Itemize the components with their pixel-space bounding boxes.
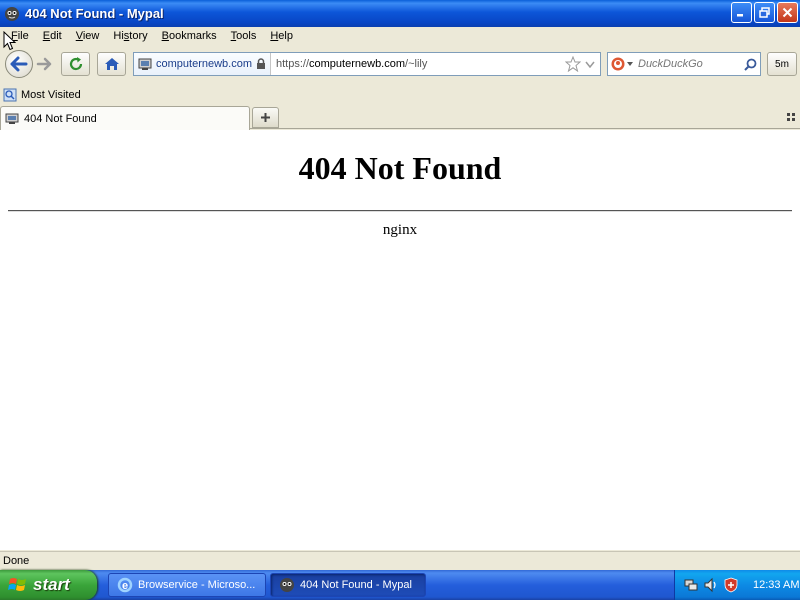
url-text[interactable]: https://computernewb.com/~lily <box>271 58 564 70</box>
security-shield-icon[interactable] <box>723 577 739 593</box>
search-go-button[interactable] <box>740 58 760 71</box>
taskbar-item-label: 404 Not Found - Mypal <box>300 579 412 591</box>
menu-history[interactable]: History <box>106 30 154 42</box>
tab-label: 404 Not Found <box>24 112 97 125</box>
search-input[interactable] <box>638 58 740 70</box>
taskbar-item-label: Browservice - Microso... <box>138 579 256 591</box>
page-content: 404 Not Found nginx <box>0 130 800 550</box>
identity-host: computernewb.com <box>156 58 252 70</box>
restore-button[interactable] <box>754 2 775 23</box>
status-bar: Done <box>0 551 800 570</box>
minimize-button[interactable] <box>731 2 752 23</box>
engine-dropdown-icon <box>627 62 633 66</box>
mypal-icon <box>4 6 20 22</box>
volume-icon[interactable] <box>703 577 719 593</box>
search-engine-button[interactable] <box>608 57 638 71</box>
reload-button[interactable] <box>61 52 90 76</box>
windows-logo-icon <box>8 578 26 591</box>
forward-arrow-icon <box>36 57 52 71</box>
taskbar: start e Browservice - Microso... 404 Not… <box>0 570 800 600</box>
duckduckgo-icon <box>611 57 625 71</box>
forward-button[interactable] <box>34 55 54 73</box>
ie-icon: e <box>117 577 133 593</box>
menu-edit[interactable]: Edit <box>36 30 69 42</box>
tab-strip: 404 Not Found <box>0 105 800 130</box>
site-identity-button[interactable]: computernewb.com <box>134 53 271 75</box>
back-arrow-icon <box>10 56 28 72</box>
start-button[interactable]: start <box>0 570 97 600</box>
plus-icon <box>261 113 270 122</box>
search-bar[interactable] <box>607 52 761 76</box>
network-icon[interactable] <box>683 577 699 593</box>
tab-list-button[interactable] <box>786 112 796 122</box>
lock-icon <box>257 58 265 69</box>
new-tab-button[interactable] <box>252 107 279 128</box>
reload-icon <box>69 57 82 71</box>
minimize-icon <box>737 14 743 17</box>
restore-icon <box>759 7 770 18</box>
mouse-cursor-icon <box>3 31 17 51</box>
window-title: 404 Not Found - Mypal <box>25 6 164 21</box>
divider <box>8 210 792 212</box>
taskbar-item-mypal[interactable]: 404 Not Found - Mypal <box>270 573 426 597</box>
home-button[interactable] <box>97 52 126 76</box>
system-tray: 12:33 AM <box>674 570 800 600</box>
addon-button[interactable]: 5m <box>767 52 797 76</box>
most-visited-icon <box>3 88 17 101</box>
menu-bookmarks[interactable]: Bookmarks <box>155 30 224 42</box>
site-favicon-icon <box>138 58 152 70</box>
clock: 12:33 AM <box>753 579 800 591</box>
menu-bar: File Edit View History Bookmarks Tools H… <box>0 27 800 45</box>
svg-text:e: e <box>122 580 128 592</box>
url-dropdown-arrow-icon[interactable] <box>582 55 598 73</box>
back-button[interactable] <box>5 50 33 78</box>
menu-view[interactable]: View <box>69 30 107 42</box>
server-name: nginx <box>382 222 418 238</box>
error-heading: 404 Not Found <box>298 150 502 186</box>
mypal-icon <box>280 578 294 592</box>
most-visited-link[interactable]: Most Visited <box>21 89 81 101</box>
close-button[interactable] <box>777 2 798 23</box>
bookmarks-toolbar: Most Visited <box>0 84 800 105</box>
navigation-toolbar: computernewb.com https://computernewb.co… <box>0 46 800 82</box>
tab-404-not-found[interactable]: 404 Not Found <box>0 106 250 130</box>
bookmark-star-icon[interactable] <box>564 55 582 73</box>
taskbar-item-browservice[interactable]: e Browservice - Microso... <box>108 573 266 597</box>
tab-favicon-icon <box>5 113 19 124</box>
close-icon <box>782 7 793 18</box>
tab-list-icon <box>787 113 795 121</box>
url-bar[interactable]: computernewb.com https://computernewb.co… <box>133 52 601 76</box>
menu-tools[interactable]: Tools <box>224 30 264 42</box>
title-bar: 404 Not Found - Mypal <box>0 0 800 27</box>
status-text: Done <box>3 555 30 567</box>
search-icon <box>743 58 756 71</box>
home-icon <box>104 58 119 70</box>
menu-help[interactable]: Help <box>263 30 300 42</box>
start-label: start <box>33 575 70 594</box>
